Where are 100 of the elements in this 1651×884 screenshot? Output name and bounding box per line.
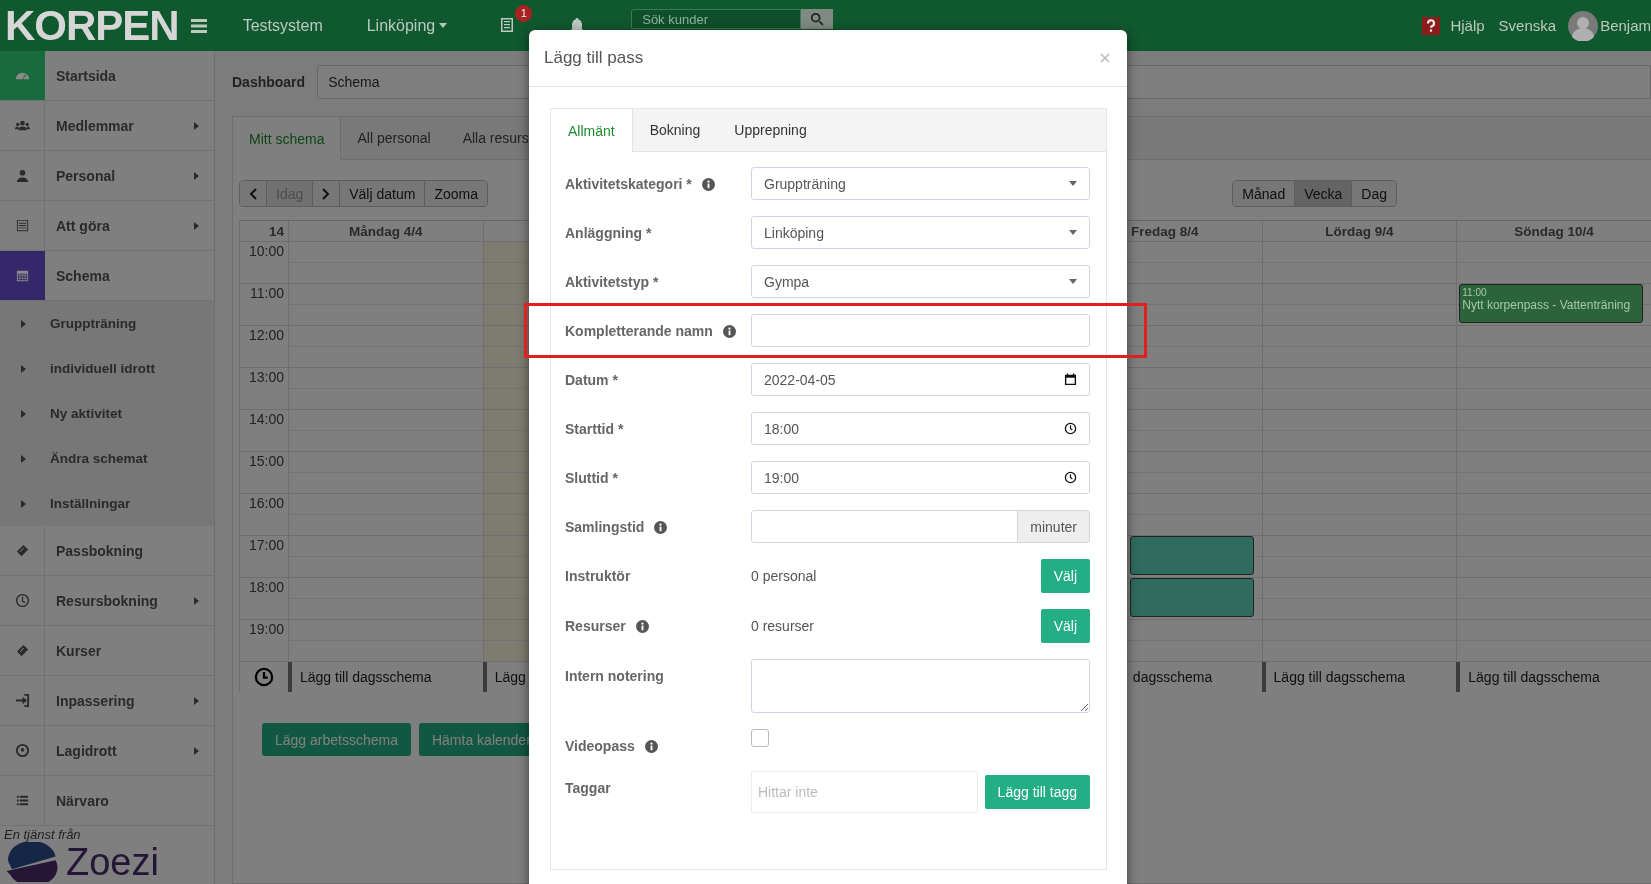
submenu-item[interactable]: Ny aktivitet (0, 391, 214, 436)
close-icon[interactable] (1100, 53, 1110, 63)
view-button[interactable]: Vecka (1294, 181, 1352, 206)
add-day-schedule-link[interactable]: Lägg till dagsschema (300, 669, 432, 685)
add-day-schedule-link[interactable]: Lägg till dagsschema (1468, 669, 1600, 685)
caret-icon (21, 454, 26, 463)
sidebar-item[interactable]: Medlemmar (0, 101, 214, 151)
tab[interactable]: Upprepning (717, 109, 824, 151)
sidebar-label: Personal (56, 167, 117, 184)
help-link[interactable]: Hjälp (1450, 17, 1485, 34)
clock-icon[interactable] (254, 667, 274, 687)
user-name[interactable]: Benjam (1600, 17, 1651, 34)
field-label: Starttid * (565, 421, 624, 437)
time-label: 13:00 (248, 369, 284, 387)
search-button[interactable] (801, 9, 834, 29)
next-button[interactable] (312, 181, 340, 206)
search-field[interactable]: Sök kunder (631, 9, 802, 29)
submenu-item[interactable]: Ändra schemat (0, 436, 214, 481)
sidebar-item[interactable]: Resursbokning (0, 576, 214, 626)
date-field[interactable]: 2022-04-05 (751, 363, 1090, 396)
info-icon[interactable] (701, 178, 715, 191)
sign-in-icon (14, 693, 30, 708)
sidebar-label: Närvaro (56, 792, 110, 809)
day-header: Fredag 8/4 (1130, 223, 1199, 239)
sidebar-item[interactable]: Lagidrott (0, 726, 214, 776)
info-icon[interactable] (635, 620, 649, 633)
add-day-schedule-link[interactable]: Lägg (494, 669, 526, 685)
tab[interactable]: Allmänt (551, 109, 633, 152)
checkbox[interactable] (751, 729, 769, 747)
sidebar-item[interactable]: Startsida (0, 51, 214, 101)
submenu-item[interactable]: individuell idrott (0, 346, 214, 391)
day-header: Söndag 10/4 (1514, 223, 1594, 239)
sidebar-item[interactable]: Passbokning (0, 526, 214, 576)
caret-icon (21, 364, 26, 373)
time-field[interactable]: 19:00 (751, 461, 1090, 494)
tab[interactable]: All personal (341, 117, 447, 159)
logo[interactable]: KORPEN (5, 4, 179, 47)
field-label: Kompletterande namn (565, 323, 713, 339)
info-icon[interactable] (654, 521, 668, 534)
add-day-schedule-link[interactable]: dagsschema (1132, 669, 1213, 685)
sidebar-label: Medlemmar (56, 117, 135, 134)
tag-field[interactable]: Hittar inte (751, 771, 978, 813)
logo-icon (4, 842, 60, 882)
list-icon (14, 218, 30, 233)
time-label: 12:00 (248, 327, 284, 345)
sidebar-label: Kurser (56, 642, 103, 659)
view-button[interactable]: Dag (1351, 181, 1396, 206)
action-button[interactable]: Lägg arbetsschema (262, 723, 411, 756)
sidebar-label: Resursbokning (56, 592, 159, 609)
select-field[interactable]: Gympa (751, 265, 1090, 298)
help-icon[interactable] (1422, 16, 1441, 35)
sidebar-label: Att göra (56, 217, 111, 234)
chevron-right-icon (322, 187, 331, 200)
tagline: En tjänst från (4, 827, 82, 842)
time-label: 16:00 (248, 495, 284, 513)
sidebar-label: Startsida (56, 67, 117, 84)
select-field[interactable]: Gruppträning (751, 167, 1090, 200)
sidebar-label: Lagidrott (56, 742, 118, 759)
choose-button[interactable]: Välj (1040, 609, 1090, 643)
sidebar-label: Inpassering (56, 692, 136, 709)
input-field[interactable] (751, 314, 1090, 347)
tab[interactable]: Mitt schema (233, 117, 342, 160)
select-field[interactable]: Linköping (751, 216, 1090, 249)
submenu-item[interactable]: Gruppträning (0, 301, 214, 346)
clock-icon (14, 593, 30, 608)
count-text: 0 resurser (751, 618, 815, 634)
submenu-label: Ny aktivitet (50, 406, 123, 421)
sidebar-item[interactable]: Personal (0, 151, 214, 201)
sidebar-item[interactable]: Schema (0, 251, 214, 301)
notification-badge: 1 (515, 4, 533, 22)
calendar-button[interactable]: Zooma (424, 181, 487, 206)
menu-icon[interactable] (190, 18, 207, 33)
add-tag-button[interactable]: Lägg till tagg (984, 775, 1090, 809)
previous-button[interactable] (240, 181, 266, 206)
field-label: Sluttid * (565, 470, 618, 486)
field-label: Intern notering (565, 668, 664, 684)
language-link[interactable]: Svenska (1498, 17, 1557, 34)
location-dropdown[interactable]: Linköping (366, 16, 448, 35)
sidebar-item[interactable]: Kurser (0, 626, 214, 676)
tab[interactable]: Bokning (632, 109, 718, 151)
clock-icon (1064, 422, 1077, 435)
choose-button[interactable]: Välj (1040, 559, 1090, 593)
sidebar-item[interactable]: Inpassering (0, 676, 214, 726)
caret-icon (194, 221, 199, 230)
add-day-schedule-link[interactable]: Lägg till dagsschema (1273, 669, 1406, 685)
time-label: 11:00 (250, 285, 284, 303)
info-icon[interactable] (722, 325, 736, 338)
week-number: 14 (240, 221, 288, 242)
notes-icon[interactable] (501, 17, 514, 32)
notes-field[interactable] (751, 659, 1090, 713)
sidebar-item[interactable]: Närvaro (0, 776, 214, 826)
info-icon[interactable] (644, 740, 658, 753)
time-label: 19:00 (248, 621, 284, 639)
avatar-icon[interactable] (1568, 10, 1599, 41)
caret-icon (194, 746, 199, 755)
time-field[interactable]: 18:00 (751, 412, 1090, 445)
input-field[interactable] (751, 510, 1019, 543)
calendar-button[interactable]: Välj datum (339, 181, 425, 206)
view-button[interactable]: Månad (1233, 181, 1295, 206)
submenu-item[interactable]: Inställningar (0, 481, 214, 526)
